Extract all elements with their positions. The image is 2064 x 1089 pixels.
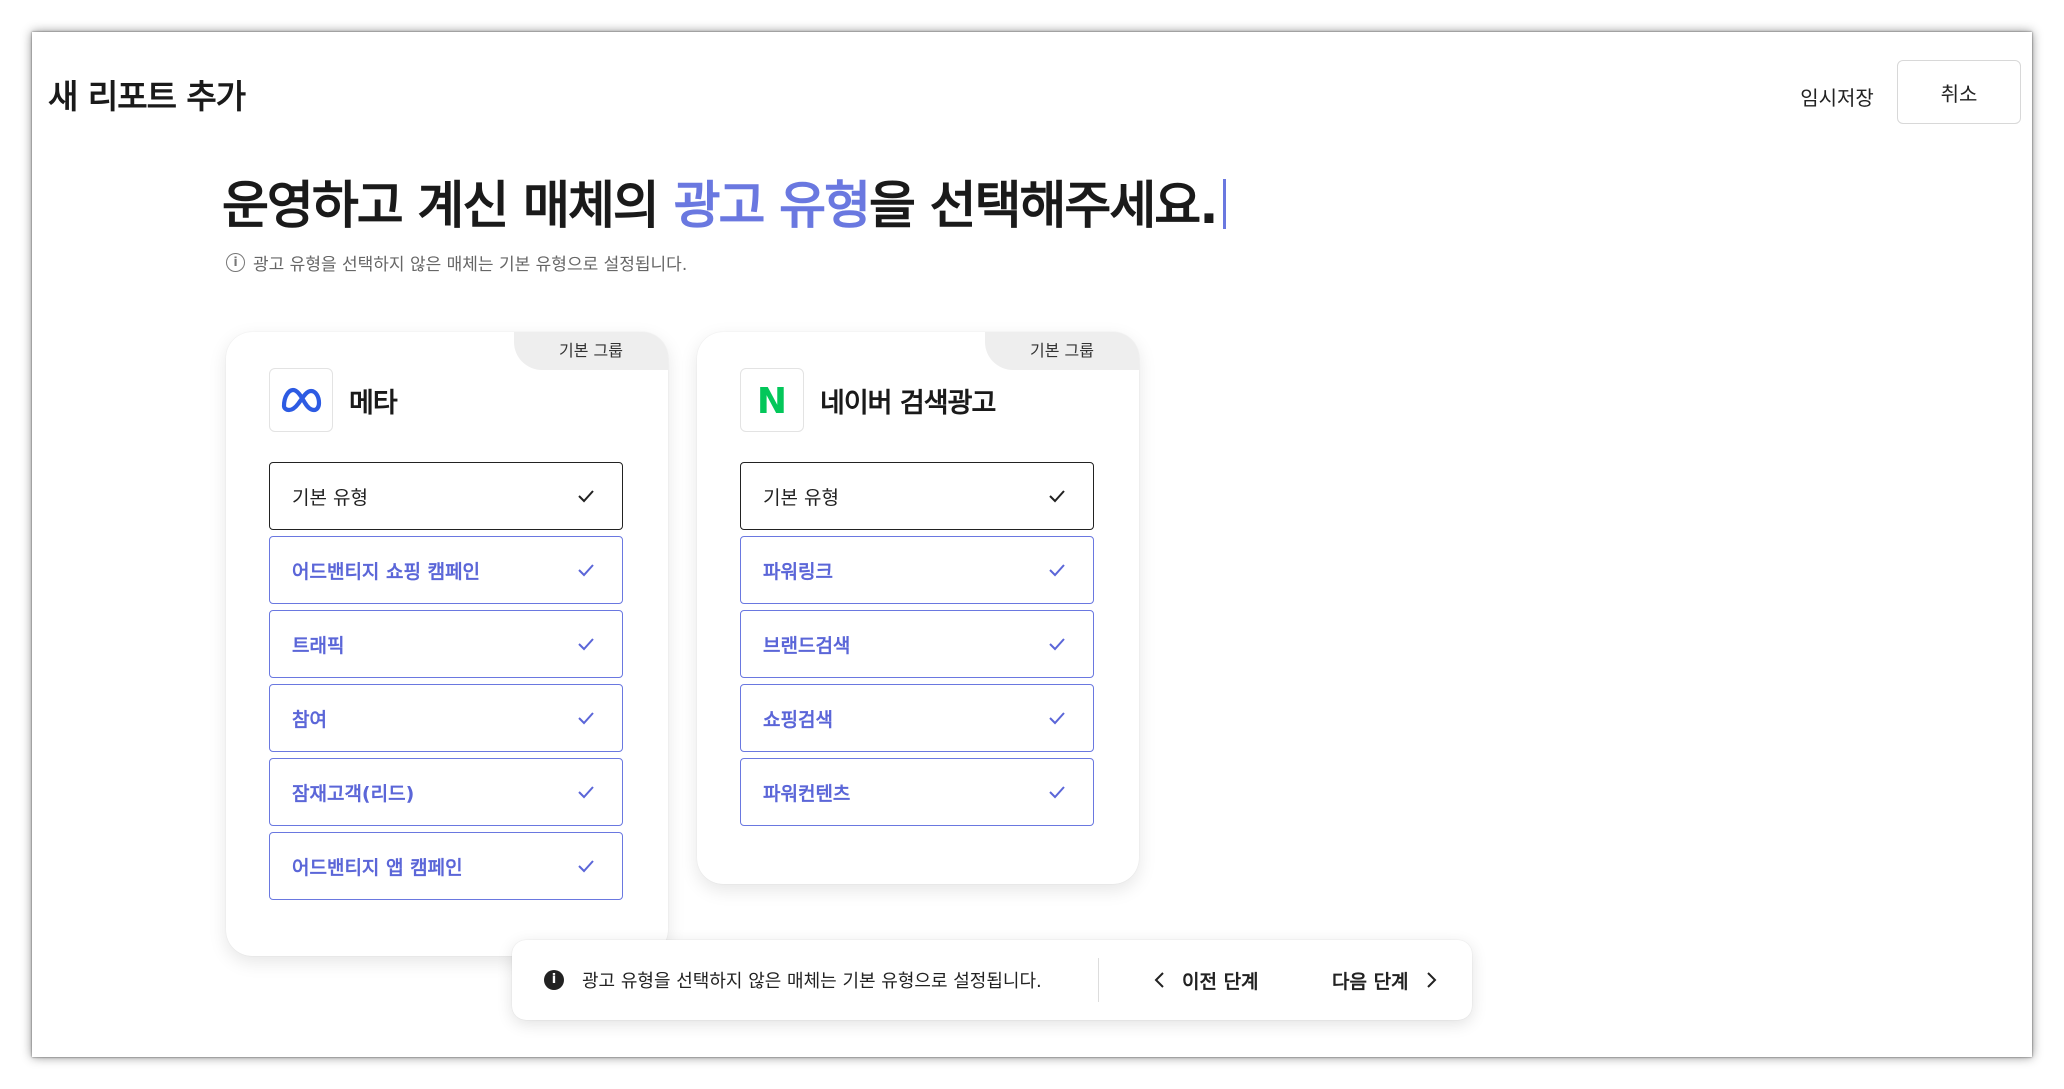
- naver-logo-letter: N: [757, 382, 787, 418]
- option-shopping-search[interactable]: 쇼핑검색: [740, 684, 1094, 752]
- divider: [1098, 958, 1099, 1002]
- headline-text-end: 을 선택해주세요.: [869, 177, 1219, 236]
- option-label: 파워링크: [763, 560, 833, 583]
- bar-info-text: 광고 유형을 선택하지 않은 매체는 기본 유형으로 설정됩니다.: [582, 971, 1042, 992]
- option-advantage-shopping[interactable]: 어드밴티지 쇼핑 캠페인: [269, 536, 623, 604]
- option-default-type[interactable]: 기본 유형: [740, 462, 1094, 530]
- check-icon: [578, 490, 594, 503]
- sub-info-text: 광고 유형을 선택하지 않은 매체는 기본 유형으로 설정됩니다.: [253, 255, 688, 275]
- headline-accent: 광고 유형: [673, 177, 871, 236]
- option-leads[interactable]: 잠재고객(리드): [269, 758, 623, 826]
- prev-step-label: 이전 단계: [1182, 970, 1259, 993]
- option-advantage-app[interactable]: 어드밴티지 앱 캠페인: [269, 832, 623, 900]
- media-card-naver: 기본 그룹 N 네이버 검색광고 기본 유형 파워링크 브랜드검색 쇼핑검색 파…: [697, 332, 1139, 884]
- group-tag: 기본 그룹: [985, 332, 1139, 370]
- check-icon: [1049, 712, 1065, 725]
- meta-logo-icon: [269, 368, 333, 432]
- check-icon: [578, 712, 594, 725]
- check-icon: [1049, 786, 1065, 799]
- check-icon: [1049, 638, 1065, 651]
- headline-text: 운영하고 계신 매체의: [222, 177, 674, 236]
- media-card-meta: 기본 그룹 메타 기본 유형 어드밴티지 쇼핑 캠페인 트래픽 참여 잠재고객(…: [226, 332, 668, 956]
- page-title: 새 리포트 추가: [48, 77, 246, 116]
- option-traffic[interactable]: 트래픽: [269, 610, 623, 678]
- text-caret: [1222, 179, 1226, 229]
- check-icon: [578, 638, 594, 651]
- option-label: 트래픽: [292, 634, 345, 657]
- check-icon: [578, 786, 594, 799]
- info-icon: i: [226, 253, 245, 272]
- headline: 운영하고 계신 매체의 광고 유형을 선택해주세요.: [222, 164, 1226, 238]
- option-label: 브랜드검색: [763, 634, 851, 657]
- next-step-label: 다음 단계: [1332, 970, 1409, 993]
- chevron-left-icon: [1154, 972, 1164, 988]
- info-icon: i: [544, 970, 564, 990]
- check-icon: [1049, 564, 1065, 577]
- group-tag: 기본 그룹: [514, 332, 668, 370]
- option-powerlink[interactable]: 파워링크: [740, 536, 1094, 604]
- option-list: 기본 유형 어드밴티지 쇼핑 캠페인 트래픽 참여 잠재고객(리드) 어드밴티지…: [269, 462, 623, 906]
- option-label: 어드밴티지 쇼핑 캠페인: [292, 560, 481, 583]
- page-frame: 새 리포트 추가 임시저장 취소 운영하고 계신 매체의 광고 유형을 선택해주…: [32, 32, 2032, 1057]
- option-engagement[interactable]: 참여: [269, 684, 623, 752]
- check-icon: [578, 860, 594, 873]
- media-name: 네이버 검색광고: [820, 387, 996, 419]
- option-label: 기본 유형: [292, 486, 368, 509]
- sub-info: i 광고 유형을 선택하지 않은 매체는 기본 유형으로 설정됩니다.: [226, 250, 687, 275]
- naver-logo-icon: N: [740, 368, 804, 432]
- option-label: 파워컨텐츠: [763, 782, 851, 805]
- option-label: 잠재고객(리드): [292, 782, 415, 805]
- media-header: N 네이버 검색광고: [740, 368, 996, 432]
- prev-step-button[interactable]: 이전 단계: [1152, 940, 1259, 1020]
- option-power-contents[interactable]: 파워컨텐츠: [740, 758, 1094, 826]
- option-label: 어드밴티지 앱 캠페인: [292, 856, 463, 879]
- check-icon: [578, 564, 594, 577]
- check-icon: [1049, 490, 1065, 503]
- option-default-type[interactable]: 기본 유형: [269, 462, 623, 530]
- media-name: 메타: [349, 387, 398, 419]
- option-label: 쇼핑검색: [763, 708, 833, 731]
- option-list: 기본 유형 파워링크 브랜드검색 쇼핑검색 파워컨텐츠: [740, 462, 1094, 832]
- bar-info: i 광고 유형을 선택하지 않은 매체는 기본 유형으로 설정됩니다.: [544, 940, 1042, 1020]
- option-label: 참여: [292, 708, 327, 731]
- next-step-button[interactable]: 다음 단계: [1332, 940, 1439, 1020]
- temp-save-button[interactable]: 임시저장: [1772, 78, 1902, 118]
- chevron-right-icon: [1426, 972, 1436, 988]
- option-label: 기본 유형: [763, 486, 839, 509]
- media-header: 메타: [269, 368, 398, 432]
- option-brand-search[interactable]: 브랜드검색: [740, 610, 1094, 678]
- cancel-button[interactable]: 취소: [1897, 60, 2021, 124]
- bottom-action-bar: i 광고 유형을 선택하지 않은 매체는 기본 유형으로 설정됩니다. 이전 단…: [512, 940, 1472, 1020]
